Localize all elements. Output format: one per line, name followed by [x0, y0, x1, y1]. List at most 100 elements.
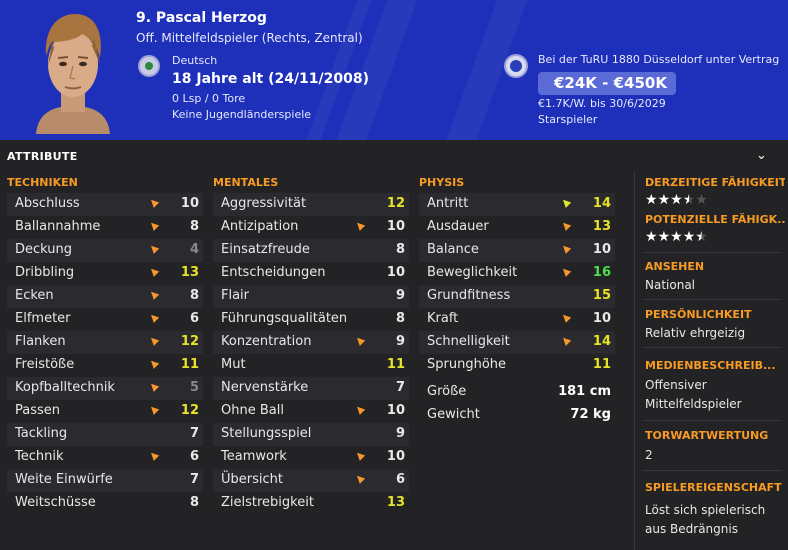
attribute-row[interactable]: Ballannahme ▲ 8 — [7, 216, 203, 239]
attribute-label: Deckung — [15, 242, 73, 257]
attribute-row[interactable]: Balance ▲ 10 — [419, 239, 615, 262]
attribute-row[interactable]: Abschluss ▲ 10 — [7, 193, 203, 216]
attribute-label: Schnelligkeit — [427, 334, 510, 349]
attribute-value: 12 — [180, 403, 199, 418]
divider — [643, 470, 781, 471]
attribute-row[interactable]: Führungsqualitäten 8 — [213, 308, 409, 331]
attribute-row[interactable]: Antritt ▲ 14 — [419, 193, 615, 216]
attribute-value: 7 — [395, 380, 405, 395]
attribute-row[interactable]: Aggressivität 12 — [213, 193, 409, 216]
attribute-label: Zielstrebigkeit — [221, 495, 314, 510]
attribute-trend-arrow-icon: ▲ — [147, 333, 161, 348]
attribute-row[interactable]: Zielstrebigkeit 13 — [213, 492, 409, 515]
star-icon: ★ — [670, 229, 683, 245]
attribute-label: Elfmeter — [15, 311, 71, 326]
technical-header: TECHNIKEN — [7, 176, 78, 189]
player-trait-line1[interactable]: Löst sich spielerisch — [645, 501, 765, 520]
attribute-label: Ausdauer — [427, 219, 489, 234]
player-name[interactable]: 9. Pascal Herzog — [136, 10, 267, 26]
divider — [643, 299, 781, 300]
media-description-title: MEDIENBESCHREIB... — [645, 359, 776, 372]
attribute-label: Antizipation — [221, 219, 299, 234]
player-wage: €1.7K/W. bis 30/6/2029 — [538, 97, 666, 110]
attribute-label: Einsatzfreude — [221, 242, 310, 257]
attribute-row[interactable]: Einsatzfreude 8 — [213, 239, 409, 262]
star-icon: ★ — [682, 229, 696, 245]
attribute-row[interactable]: Elfmeter ▲ 6 — [7, 308, 203, 331]
attribute-row[interactable]: Passen ▲ 12 — [7, 400, 203, 423]
attribute-row[interactable]: Ausdauer ▲ 13 — [419, 216, 615, 239]
attribute-value: 6 — [395, 472, 405, 487]
attribute-row[interactable]: Konzentration ▲ 9 — [213, 331, 409, 354]
attribute-trend-arrow-icon: ▲ — [353, 333, 367, 348]
attribute-row[interactable]: Ecken ▲ 8 — [7, 285, 203, 308]
attribute-row[interactable]: Tackling 7 — [7, 423, 203, 446]
physical-attributes: Antritt ▲ 14 Ausdauer ▲ 13 Balance ▲ 10 Beweglich… — [419, 193, 615, 427]
attribute-row[interactable]: Deckung ▲ 4 — [7, 239, 203, 262]
attribute-row[interactable]: Teamwork ▲ 10 — [213, 446, 409, 469]
attribute-trend-arrow-icon: ▲ — [147, 218, 161, 233]
attribute-row[interactable]: Grundfitness 15 — [419, 285, 615, 308]
attribute-row[interactable]: Kopfballtechnik ▲ 5 — [7, 377, 203, 400]
attribute-value: 8 — [189, 288, 199, 303]
potential-ability-title: POTENZIELLE FÄHIGK... — [645, 213, 785, 226]
potential-ability-stars: ★★★★★ — [645, 229, 708, 245]
attribute-value: 14 — [592, 334, 611, 349]
attribute-label: Konzentration — [221, 334, 312, 349]
attribute-trend-arrow-icon: ▲ — [147, 402, 161, 417]
attribute-row[interactable]: Flanken ▲ 12 — [7, 331, 203, 354]
attribute-row[interactable]: Entscheidungen 10 — [213, 262, 409, 285]
player-value-badge: €24K - €450K — [538, 72, 676, 95]
attribute-row[interactable]: Übersicht ▲ 6 — [213, 469, 409, 492]
attribute-value: 15 — [592, 288, 611, 303]
player-age: 18 Jahre alt (24/11/2008) — [172, 71, 370, 87]
attribute-label: Teamwork — [221, 449, 287, 464]
attribute-label: Ecken — [15, 288, 54, 303]
attribute-value: 12 — [386, 196, 405, 211]
attribute-label: Aggressivität — [221, 196, 307, 211]
attribute-row[interactable]: Dribbling ▲ 13 — [7, 262, 203, 285]
mental-header: MENTALES — [213, 176, 279, 189]
attribute-row[interactable]: Technik ▲ 6 — [7, 446, 203, 469]
attribute-trend-arrow-icon: ▲ — [147, 195, 161, 210]
attribute-value: 10 — [592, 242, 611, 257]
attribute-row[interactable]: Nervenstärke 7 — [213, 377, 409, 400]
attribute-label: Freistöße — [15, 357, 75, 372]
attribute-row[interactable]: Weite Einwürfe 7 — [7, 469, 203, 492]
attribute-label: Grundfitness — [427, 288, 511, 303]
attribute-row[interactable]: Beweglichkeit ▲ 16 — [419, 262, 615, 285]
chevron-down-icon[interactable]: ⌄ — [756, 148, 767, 163]
attribute-row[interactable]: Ohne Ball ▲ 10 — [213, 400, 409, 423]
attribute-trend-arrow-icon: ▲ — [353, 218, 367, 233]
attribute-row[interactable]: Schnelligkeit ▲ 14 — [419, 331, 615, 354]
measure-value: 181 cm — [558, 384, 611, 399]
attribute-row[interactable]: Flair 9 — [213, 285, 409, 308]
nationality-flag-icon[interactable] — [138, 55, 160, 77]
attribute-value: 7 — [189, 426, 199, 441]
attribute-value: 8 — [395, 242, 405, 257]
attribute-row[interactable]: Kraft ▲ 10 — [419, 308, 615, 331]
attribute-label: Antritt — [427, 196, 469, 211]
media-description-line2: Mittelfeldspieler — [645, 397, 742, 411]
attribute-label: Nervenstärke — [221, 380, 309, 395]
player-traits-title: SPIELEREIGENSCHAFT — [645, 481, 782, 494]
player-youth-caps: Keine Jugendländerspiele — [172, 108, 312, 121]
player-trait-line2[interactable]: aus Bedrängnis — [645, 520, 738, 539]
attribute-row[interactable]: Mut 11 — [213, 354, 409, 377]
attribute-row[interactable]: Freistöße ▲ 11 — [7, 354, 203, 377]
player-club[interactable]: Bei der TuRU 1880 Düsseldorf unter Vertr… — [538, 53, 779, 66]
attribute-row[interactable]: Weitschüsse 8 — [7, 492, 203, 515]
attribute-row[interactable]: Stellungsspiel 9 — [213, 423, 409, 446]
attribute-label: Mut — [221, 357, 246, 372]
attribute-label: Tackling — [15, 426, 68, 441]
attribute-label: Kopfballtechnik — [15, 380, 115, 395]
attribute-label: Abschluss — [15, 196, 80, 211]
attribute-value: 10 — [386, 265, 405, 280]
attribute-row[interactable]: Antizipation ▲ 10 — [213, 216, 409, 239]
player-header: 9. Pascal Herzog Off. Mittelfeldspieler … — [0, 0, 788, 140]
player-nationality[interactable]: Deutsch — [172, 54, 217, 67]
attribute-label: Dribbling — [15, 265, 75, 280]
attribute-row[interactable]: Sprunghöhe 11 — [419, 354, 615, 377]
attribute-value: 14 — [592, 196, 611, 211]
club-badge-icon[interactable] — [504, 54, 528, 78]
